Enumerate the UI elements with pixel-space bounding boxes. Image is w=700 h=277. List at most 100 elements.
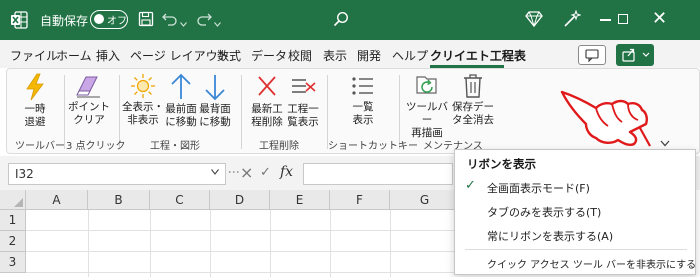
menu-item-label: クイック アクセス ツール バーを非表示にする (H): [487, 260, 700, 271]
list-x-icon: [292, 79, 316, 93]
clear-saved-data-button[interactable]: 保存デー タ全消去: [447, 73, 499, 133]
clear-saved-data-label: 保存デー タ全消去: [452, 101, 494, 126]
undo-dropdown-icon[interactable]: [180, 16, 187, 30]
send-back-label: 最背面 に移動: [199, 103, 231, 128]
share-button[interactable]: [616, 44, 654, 66]
row-header[interactable]: 2: [0, 231, 26, 252]
grid-line: [26, 251, 460, 252]
temp-save-label: 一時 退避: [24, 103, 46, 128]
undo-icon[interactable]: [162, 12, 178, 29]
tab-formulas[interactable]: 数式: [217, 47, 241, 64]
grid-line: [390, 210, 391, 277]
tab-home[interactable]: ホーム: [56, 47, 92, 64]
pointing-hand-icon: [556, 86, 652, 151]
grid-line: [270, 210, 271, 277]
list-view-label: 一覧 表示: [352, 101, 374, 126]
magic-wand-icon[interactable]: [563, 9, 582, 31]
grid-line: [26, 230, 460, 231]
tab-file[interactable]: ファイル: [10, 47, 58, 64]
tab-developer[interactable]: 開発: [357, 47, 381, 64]
tab-review[interactable]: 校閲: [288, 47, 312, 64]
minimize-icon[interactable]: [600, 19, 611, 21]
group-label-three-point: 3 点クリック: [66, 141, 126, 152]
tab-insert[interactable]: 挿入: [96, 47, 120, 64]
menu-item-always-show[interactable]: 常にリボンを表示する(A): [455, 224, 695, 246]
cancel-entry-icon[interactable]: ×: [240, 163, 253, 182]
name-box-dropdown-icon[interactable]: [211, 168, 219, 178]
process-list-label: 工程一 覧表示: [287, 103, 319, 128]
list-icon: [352, 77, 373, 95]
point-clear-label: ポイント クリア: [68, 101, 110, 126]
autosave-state: オフ: [107, 16, 127, 27]
grid-line: [330, 210, 331, 277]
group-label-toolbar: ツールバー: [15, 141, 65, 152]
menu-item-label: タブのみを表示する(T): [487, 206, 602, 219]
menu-title: リボンを表示: [467, 157, 536, 171]
toolbar-redraw-label: ツールバー 再描画: [406, 101, 448, 139]
excel-logo-icon: [10, 11, 28, 29]
column-header[interactable]: G: [390, 190, 460, 210]
column-header[interactable]: E: [270, 190, 330, 210]
name-box[interactable]: I32: [8, 163, 226, 185]
chevron-down-icon[interactable]: [660, 136, 670, 150]
red-x-icon: [258, 76, 276, 96]
share-icon: [622, 48, 650, 62]
arrow-down-icon: [205, 75, 225, 101]
comment-button[interactable]: [578, 45, 606, 65]
confirm-entry-icon[interactable]: ✓: [260, 165, 271, 180]
refresh-icon: [416, 76, 437, 94]
process-list-button[interactable]: 工程一 覧表示: [279, 73, 327, 133]
column-header[interactable]: F: [330, 190, 390, 210]
select-all-corner[interactable]: [0, 190, 26, 210]
autosave-toggle[interactable]: オフ: [90, 10, 128, 29]
menu-separator: [465, 249, 687, 250]
tab-view[interactable]: 表示: [323, 47, 347, 64]
group-label-delete: 工程削除: [259, 141, 299, 152]
point-clear-button[interactable]: ポイント クリア: [65, 73, 113, 133]
close-icon[interactable]: ✕: [652, 8, 667, 29]
column-header[interactable]: A: [26, 190, 88, 210]
temp-save-button[interactable]: 一時 退避: [11, 73, 59, 133]
search-icon[interactable]: [333, 11, 349, 30]
tab-help[interactable]: ヘルプ: [392, 47, 428, 64]
row-header[interactable]: 3: [0, 252, 26, 273]
lightning-icon: [26, 73, 44, 101]
comment-icon: [585, 49, 599, 63]
menu-item-label: 常にリボンを表示する(A): [487, 230, 614, 243]
row-header[interactable]: 1: [0, 210, 26, 231]
column-header[interactable]: B: [88, 190, 150, 210]
formula-input[interactable]: [303, 163, 453, 185]
send-back-button[interactable]: 最背面 に移動: [191, 73, 239, 133]
maximize-icon[interactable]: [618, 14, 628, 24]
toolbar-redraw-button[interactable]: ツールバー 再描画: [401, 73, 453, 139]
ribbon-display-menu: リボンを表示 ✓ 全画面表示モード(F) タブのみを表示する(T) 常にリボンを…: [454, 149, 700, 275]
tab-page-layout[interactable]: ページ レイアウト: [130, 47, 230, 64]
worksheet-grid[interactable]: A B C D E F G 1 2 3: [0, 190, 460, 277]
group-label-shortcut: ショートカットキー: [328, 141, 418, 152]
diamond-icon[interactable]: [525, 11, 543, 30]
menu-item-tabs-only[interactable]: タブのみを表示する(T): [455, 200, 695, 222]
column-header[interactable]: D: [210, 190, 270, 210]
group-label-shapes: 工程・図形: [150, 141, 200, 152]
redo-dropdown-icon[interactable]: [214, 16, 221, 30]
eraser-icon: [76, 76, 100, 98]
toggle-knob: [94, 14, 104, 24]
menu-item-fullscreen-mode[interactable]: ✓ 全画面表示モード(F): [455, 176, 695, 198]
formula-bar-grip-icon[interactable]: ⋮: [227, 166, 241, 178]
insert-function-icon[interactable]: fx: [280, 164, 293, 180]
sun-icon: [131, 74, 155, 98]
formula-actions: × ✓ fx: [240, 163, 298, 185]
arrow-up-icon: [171, 73, 191, 99]
tab-create-process[interactable]: クリイエト工程表: [430, 47, 526, 64]
menu-item-hide-quick-access[interactable]: クイック アクセス ツール バーを非表示にする (H): [455, 252, 700, 274]
redo-icon[interactable]: [196, 12, 212, 29]
group-separator: [241, 75, 242, 149]
autosave-label: 自動保存: [40, 14, 89, 28]
save-icon[interactable]: [138, 11, 154, 30]
column-header[interactable]: C: [150, 190, 210, 210]
list-view-button[interactable]: 一覧 表示: [339, 73, 387, 133]
grid-line: [88, 210, 89, 277]
tab-data[interactable]: データ: [251, 47, 287, 64]
title-bar: 自動保存 オフ ✕: [0, 0, 700, 40]
grid-line: [210, 210, 211, 277]
